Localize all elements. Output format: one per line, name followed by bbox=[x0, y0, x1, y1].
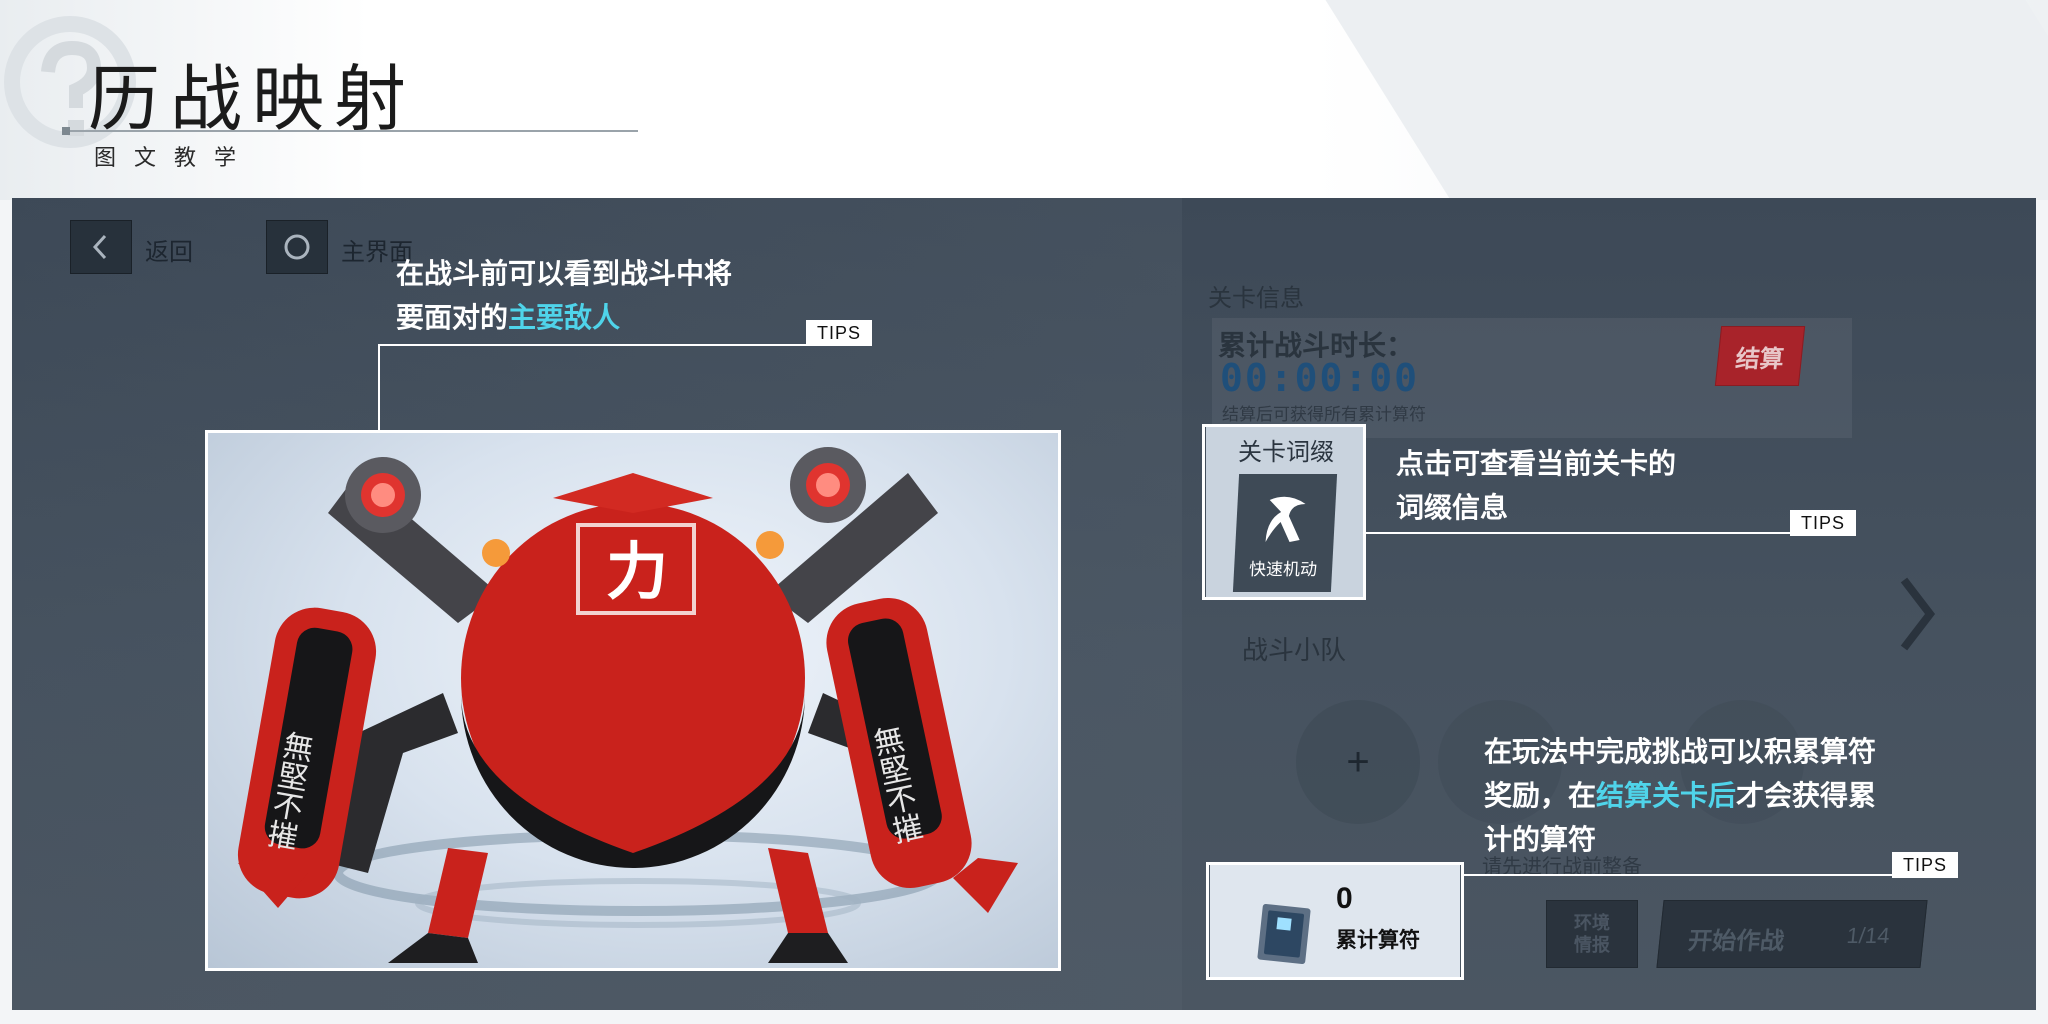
enemy-tips-tag: TIPS bbox=[806, 320, 872, 346]
affix-callout: 点击可查看当前关卡的 词缀信息 bbox=[1396, 442, 1676, 530]
home-circle-icon bbox=[284, 234, 310, 260]
affix-highlight-frame bbox=[1202, 424, 1366, 600]
reward-callout: 在玩法中完成挑战可以积累算符 奖励，在结算关卡后才会获得累 计的算符 bbox=[1484, 730, 1876, 862]
back-button[interactable] bbox=[70, 220, 132, 274]
start-battle-button[interactable]: 开始作战 1/14 bbox=[1656, 900, 1928, 968]
enemy-callout-line1: 在战斗前可以看到战斗中将 bbox=[396, 257, 733, 290]
enemy-callout-leader-vertical bbox=[378, 344, 380, 432]
affix-callout-leader bbox=[1366, 532, 1790, 534]
enemy-highlight-frame bbox=[205, 430, 1061, 971]
duration-value: 00:00:00 bbox=[1220, 356, 1420, 400]
environment-info-button[interactable]: 环境情报 bbox=[1546, 900, 1638, 968]
header-decoration bbox=[1313, 0, 2048, 200]
page-subtitle: 图文教学 bbox=[94, 146, 255, 171]
enemy-callout: 在战斗前可以看到战斗中将 要面对的主要敌人 bbox=[396, 252, 732, 340]
affix-callout-line1: 点击可查看当前关卡的 bbox=[1396, 447, 1677, 480]
tutorial-header: 历战映射 图文教学 bbox=[0, 0, 2048, 200]
team-title: 战斗小队 bbox=[1242, 635, 1347, 665]
settle-button-label: 结算 bbox=[1734, 345, 1786, 373]
enemy-callout-highlight: 主要敌人 bbox=[508, 301, 621, 334]
plus-icon: + bbox=[1346, 739, 1370, 784]
reward-callout-line2-prefix: 奖励，在 bbox=[1484, 779, 1597, 812]
reward-callout-line3: 计的算符 bbox=[1484, 823, 1597, 856]
start-battle-label: 开始作战 bbox=[1686, 928, 1786, 955]
reward-tips-tag: TIPS bbox=[1892, 852, 1958, 878]
affix-callout-line2: 词缀信息 bbox=[1396, 491, 1509, 524]
affix-tips-tag: TIPS bbox=[1790, 510, 1856, 536]
page-indicator: 1/14 bbox=[1845, 923, 1891, 948]
chevron-left-icon bbox=[92, 234, 107, 260]
back-label: 返回 bbox=[145, 239, 193, 266]
reward-callout-line2-suffix: 才会获得累 bbox=[1736, 779, 1877, 812]
reward-callout-leader bbox=[1464, 874, 1892, 876]
reward-callout-line1: 在玩法中完成挑战可以积累算符 bbox=[1484, 735, 1877, 768]
environment-info-label: 环境情报 bbox=[1574, 913, 1610, 955]
duration-note: 结算后可获得所有累计算符 bbox=[1222, 405, 1426, 424]
home-button[interactable] bbox=[266, 220, 328, 274]
enemy-callout-leader bbox=[378, 344, 806, 346]
enemy-callout-line2: 要面对的主要敌人 bbox=[396, 296, 732, 340]
reward-callout-highlight: 结算关卡后 bbox=[1596, 779, 1737, 812]
settle-button[interactable]: 结算 bbox=[1714, 326, 1806, 386]
title-underline-dot bbox=[62, 127, 70, 135]
reward-highlight-frame bbox=[1206, 862, 1464, 980]
reward-callout-line2: 奖励，在结算关卡后才会获得累 bbox=[1484, 774, 1876, 818]
chevron-right-icon[interactable] bbox=[1894, 574, 1938, 654]
level-info-title: 关卡信息 bbox=[1208, 285, 1304, 312]
title-underline bbox=[64, 130, 638, 132]
enemy-callout-line2-prefix: 要面对的 bbox=[396, 301, 509, 334]
add-team-member-slot[interactable]: + bbox=[1296, 700, 1420, 824]
